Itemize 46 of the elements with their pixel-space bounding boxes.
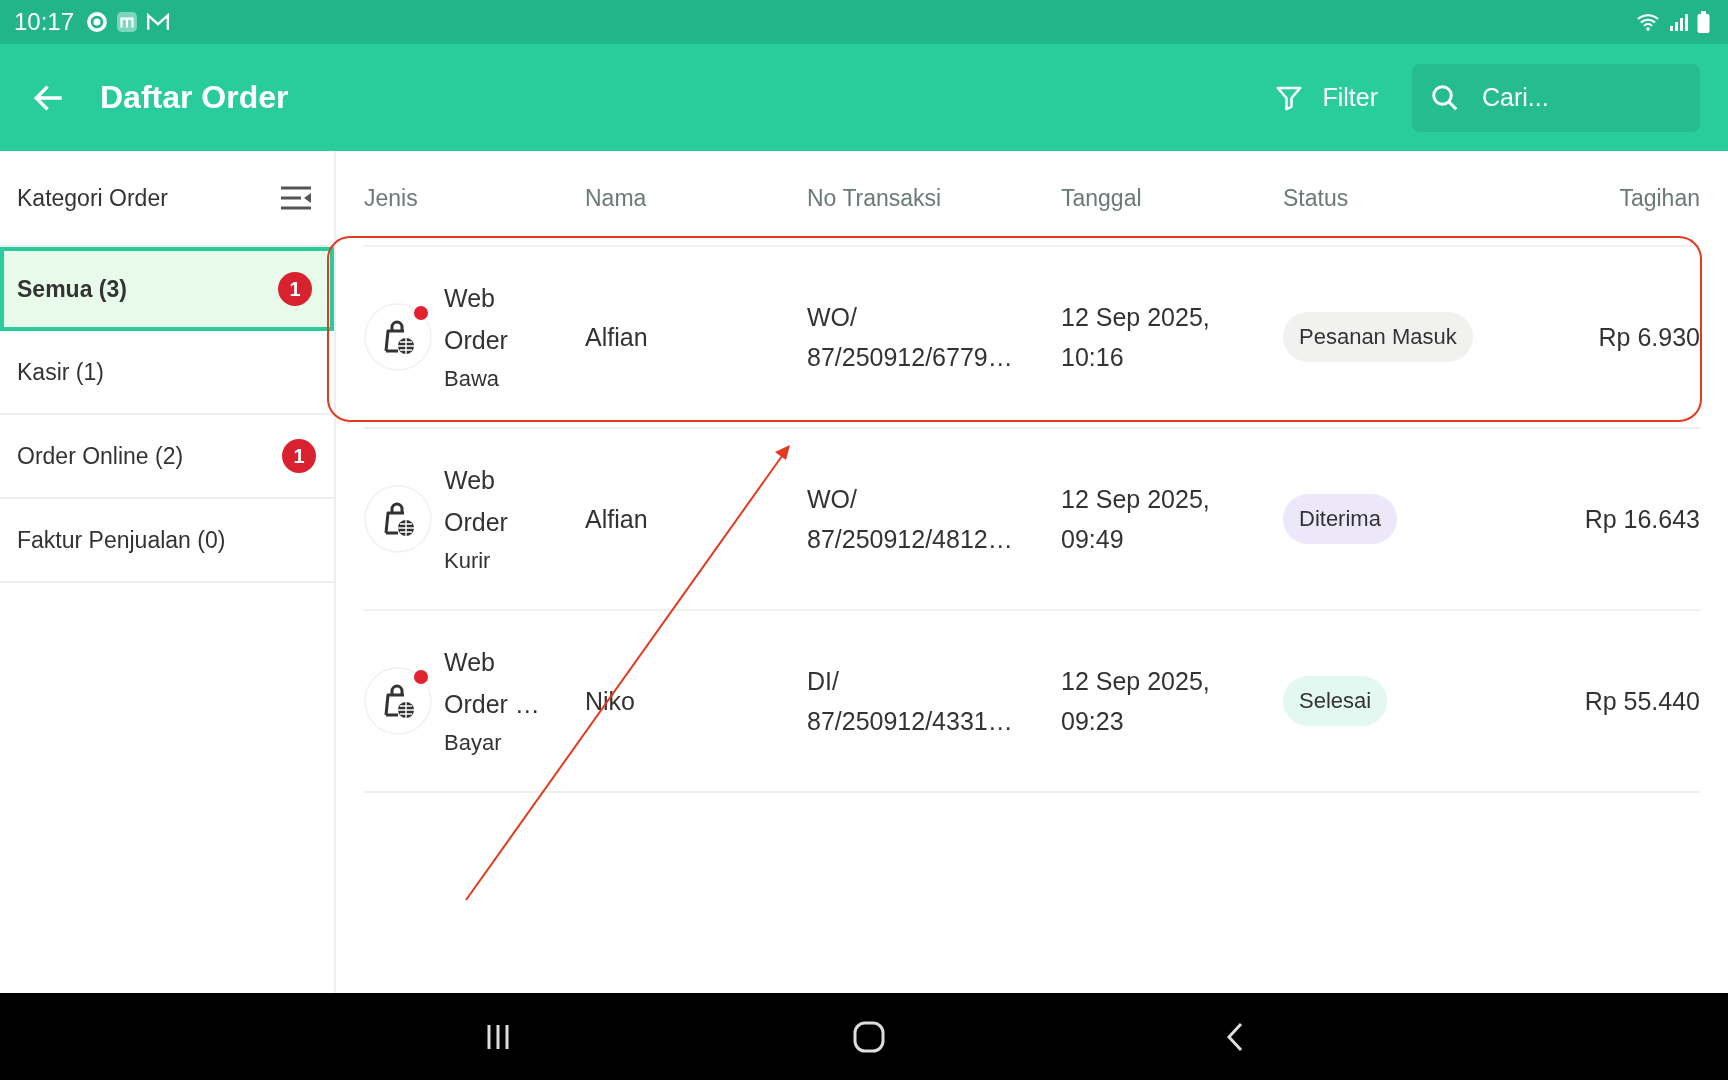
transaction-number: DI/ 87/250912/4331…: [807, 666, 1014, 737]
menu-collapse-icon[interactable]: [280, 185, 312, 211]
home-icon[interactable]: [853, 1020, 885, 1053]
customer-name: Alfian: [585, 504, 649, 535]
delivery-method: Bawa: [444, 365, 501, 393]
delivery-method: Kurir: [444, 547, 492, 575]
order-type: Web Order …: [444, 647, 541, 720]
app-notification-icon: [116, 11, 139, 33]
order-type: Web Order: [444, 465, 509, 538]
column-header: No Transaksi: [807, 184, 943, 212]
order-date: 12 Sep 2025, 10:16: [1061, 302, 1211, 373]
category-item[interactable]: Kasir (1): [0, 331, 334, 415]
delivery-method: Bayar: [444, 729, 503, 757]
column-header: Status: [1283, 184, 1350, 212]
category-item[interactable]: Order Online (2) 1: [0, 415, 334, 499]
order-date: 12 Sep 2025, 09:23: [1061, 666, 1211, 737]
column-header: Jenis: [364, 184, 419, 212]
transaction-number: WO/ 87/250912/6779…: [807, 302, 1014, 373]
count-badge: 1: [278, 272, 312, 306]
category-item[interactable]: Faktur Penjualan (0): [0, 499, 334, 583]
page-title: Daftar Order: [100, 79, 289, 116]
back-icon[interactable]: [1225, 1020, 1245, 1053]
mail-icon: [146, 12, 171, 32]
category-item[interactable]: Semua (3) 1: [0, 247, 334, 331]
sidebar-title: Kategori Order: [17, 184, 168, 212]
customer-name: Alfian: [585, 322, 649, 353]
wifi-icon: [1635, 12, 1661, 32]
order-date: 12 Sep 2025, 09:49: [1061, 484, 1211, 555]
status-badge: Pesanan Masuk: [1283, 312, 1473, 362]
column-header: Nama: [585, 184, 648, 212]
order-type: Web Order: [444, 283, 509, 356]
status-badge: Selesai: [1283, 676, 1388, 726]
search-icon: [1430, 82, 1460, 113]
status-badge: Diterima: [1283, 494, 1397, 544]
bill-amount: Rp 55.440: [1583, 686, 1700, 717]
notification-icon: [86, 11, 109, 33]
status-time: 10:17: [14, 8, 75, 36]
bill-amount: Rp 16.643: [1583, 504, 1700, 535]
search-field[interactable]: Cari...: [1412, 63, 1700, 132]
transaction-number: WO/ 87/250912/4812…: [807, 484, 1014, 555]
battery-icon: [1697, 11, 1710, 33]
count-badge: 1: [282, 439, 316, 473]
signal-icon: [1669, 12, 1689, 32]
column-header: Tanggal: [1061, 184, 1143, 212]
bill-amount: Rp 6.930: [1597, 322, 1700, 353]
column-header: Tagihan: [1618, 184, 1700, 212]
